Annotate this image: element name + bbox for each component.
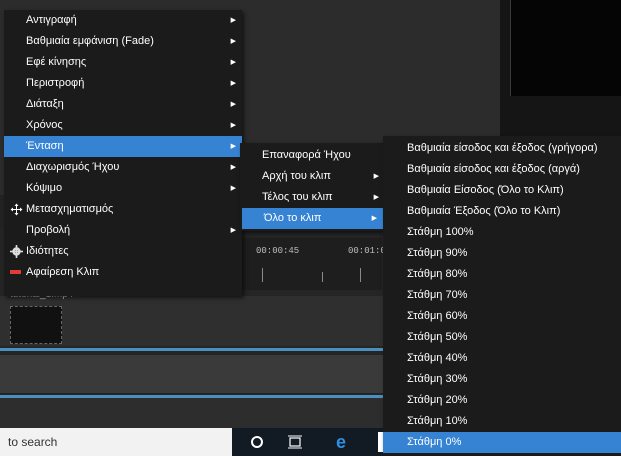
menu-item-layout[interactable]: Διάταξη ▶ (4, 94, 242, 115)
menu-item-level-70[interactable]: Στάθμη 70% (383, 285, 621, 306)
menu-item-fade-out-entire[interactable]: Βαθμιαία Έξοδος (Όλο το Κλιπ) (383, 201, 621, 222)
menu-item-label: Στάθμη 0% (407, 436, 462, 448)
time-label-start: 00:00:45 (256, 246, 300, 256)
time-ruler[interactable]: 00:00:45 00:01:0 (242, 238, 386, 290)
submenu-arrow-icon: ▶ (230, 122, 236, 129)
menu-item-label: Περιστροφή (26, 77, 85, 89)
menu-item-level-100[interactable]: Στάθμη 100% (383, 222, 621, 243)
menu-item-fade[interactable]: Βαθμιαία εμφάνιση (Fade) ▶ (4, 31, 242, 52)
submenu-arrow-icon: ▶ (230, 38, 236, 45)
menu-item-label: Βαθμιαία είσοδος και έξοδος (αργά) (407, 163, 580, 175)
submenu-arrow-icon: ▶ (373, 173, 379, 180)
submenu-arrow-icon: ▶ (230, 185, 236, 192)
menu-item-label: Στάθμη 50% (407, 331, 468, 343)
menu-item-label: Στάθμη 80% (407, 268, 468, 280)
ruler-tick (360, 268, 361, 282)
menu-item-level-20[interactable]: Στάθμη 20% (383, 390, 621, 411)
menu-item-label: Βαθμιαία Είσοδος (Όλο το Κλιπ) (407, 184, 564, 196)
menu-item-label: Όλο το κλιπ (264, 212, 322, 224)
menu-item-fade-in-out-fast[interactable]: Βαθμιαία είσοδος και έξοδος (γρήγορα) (383, 138, 621, 159)
menu-item-label: Μετασχηματισμός (26, 203, 114, 215)
empty-track[interactable] (0, 398, 400, 428)
submenu-arrow-icon: ▶ (230, 17, 236, 24)
menu-item-level-50[interactable]: Στάθμη 50% (383, 327, 621, 348)
menu-item-label: Βαθμιαία είσοδος και έξοδος (γρήγορα) (407, 142, 598, 154)
track-separator (0, 348, 400, 351)
menu-item-label: Χρόνος (26, 119, 63, 131)
menu-item-transform[interactable]: Μετασχηματισμός (4, 199, 242, 220)
menu-item-label: Προβολή (26, 224, 71, 236)
submenu-arrow-icon: ▶ (230, 164, 236, 171)
menu-item-properties[interactable]: Ιδιότητες (4, 241, 242, 262)
edge-icon[interactable]: e (330, 432, 352, 452)
menu-item-label: Βαθμιαία Έξοδος (Όλο το Κλιπ) (407, 205, 561, 217)
menu-item-copy[interactable]: Αντιγραφή ▶ (4, 10, 242, 31)
submenu-arrow-icon: ▶ (230, 143, 236, 150)
menu-item-label: Αφαίρεση Κλιπ (26, 266, 100, 278)
submenu-arrow-icon: ▶ (373, 194, 379, 201)
menu-item-entire-clip[interactable]: Όλο το κλιπ ▶ (242, 208, 383, 229)
submenu-arrow-icon: ▶ (230, 59, 236, 66)
entire-clip-submenu: Βαθμιαία είσοδος και έξοδος (γρήγορα) Βα… (383, 136, 621, 456)
ruler-tick (262, 268, 263, 282)
menu-item-label: Στάθμη 100% (407, 226, 474, 238)
menu-item-label: Αρχή του κλιπ (262, 170, 331, 182)
gear-icon (10, 245, 23, 258)
menu-item-time[interactable]: Χρόνος ▶ (4, 115, 242, 136)
time-label-next: 00:01:0 (348, 246, 386, 256)
menu-item-fade-in-out-slow[interactable]: Βαθμιαία είσοδος και έξοδος (αργά) (383, 159, 621, 180)
cortana-icon[interactable] (246, 432, 268, 452)
menu-item-label: Τέλος του κλιπ (262, 191, 333, 203)
submenu-arrow-icon: ▶ (371, 215, 377, 222)
menu-item-label: Ιδιότητες (26, 245, 69, 257)
submenu-arrow-icon: ▶ (230, 80, 236, 87)
menu-item-level-90[interactable]: Στάθμη 90% (383, 243, 621, 264)
menu-item-volume[interactable]: Ένταση ▶ (4, 136, 242, 157)
menu-item-view[interactable]: Προβολή ▶ (4, 220, 242, 241)
menu-item-reset-volume[interactable]: Επαναφορά Ήχου (240, 145, 385, 166)
menu-item-level-30[interactable]: Στάθμη 30% (383, 369, 621, 390)
submenu-arrow-icon: ▶ (230, 227, 236, 234)
menu-item-label: Διάταξη (26, 98, 64, 110)
menu-item-label: Στάθμη 70% (407, 289, 468, 301)
menu-item-level-80[interactable]: Στάθμη 80% (383, 264, 621, 285)
menu-item-label: Βαθμιαία εμφάνιση (Fade) (26, 35, 154, 47)
menu-item-slice[interactable]: Κόψιμο ▶ (4, 178, 242, 199)
submenu-arrow-icon: ▶ (230, 101, 236, 108)
video-preview (510, 0, 621, 96)
menu-item-end-of-clip[interactable]: Τέλος του κλιπ ▶ (240, 187, 385, 208)
volume-submenu: Επαναφορά Ήχου Αρχή του κλιπ ▶ Τέλος του… (240, 143, 385, 231)
remove-icon (10, 270, 21, 274)
menu-item-label: Αντιγραφή (26, 14, 77, 26)
audio-track[interactable] (0, 355, 400, 393)
taskbar-search[interactable]: to search (0, 428, 232, 456)
menu-item-label: Διαχωρισμός Ήχου (26, 161, 120, 173)
menu-item-label: Στάθμη 60% (407, 310, 468, 322)
menu-item-fade-in-entire[interactable]: Βαθμιαία Είσοδος (Όλο το Κλιπ) (383, 180, 621, 201)
menu-item-label: Στάθμη 90% (407, 247, 468, 259)
menu-item-level-40[interactable]: Στάθμη 40% (383, 348, 621, 369)
menu-item-label: Επαναφορά Ήχου (262, 149, 351, 161)
menu-item-level-60[interactable]: Στάθμη 60% (383, 306, 621, 327)
move-icon (10, 203, 23, 216)
menu-item-separate-audio[interactable]: Διαχωρισμός Ήχου ▶ (4, 157, 242, 178)
menu-item-label: Ένταση (26, 140, 64, 152)
menu-item-remove-clip[interactable]: Αφαίρεση Κλιπ (4, 262, 242, 283)
task-view-icon[interactable] (284, 432, 306, 452)
menu-item-label: Στάθμη 30% (407, 373, 468, 385)
menu-item-label: Κόψιμο (26, 182, 63, 194)
menu-item-level-10[interactable]: Στάθμη 10% (383, 411, 621, 432)
menu-item-motion-effects[interactable]: Εφέ κίνησης ▶ (4, 52, 242, 73)
menu-item-label: Στάθμη 40% (407, 352, 468, 364)
menu-item-label: Εφέ κίνησης (26, 56, 87, 68)
menu-item-level-0[interactable]: Στάθμη 0% (383, 432, 621, 453)
ruler-tick (322, 272, 323, 282)
clip-context-menu: Αντιγραφή ▶ Βαθμιαία εμφάνιση (Fade) ▶ Ε… (4, 10, 242, 296)
menu-item-label: Στάθμη 20% (407, 394, 468, 406)
menu-item-label: Στάθμη 10% (407, 415, 468, 427)
menu-item-start-of-clip[interactable]: Αρχή του κλιπ ▶ (240, 166, 385, 187)
menu-item-rotation[interactable]: Περιστροφή ▶ (4, 73, 242, 94)
clip-thumbnail[interactable] (10, 306, 62, 344)
